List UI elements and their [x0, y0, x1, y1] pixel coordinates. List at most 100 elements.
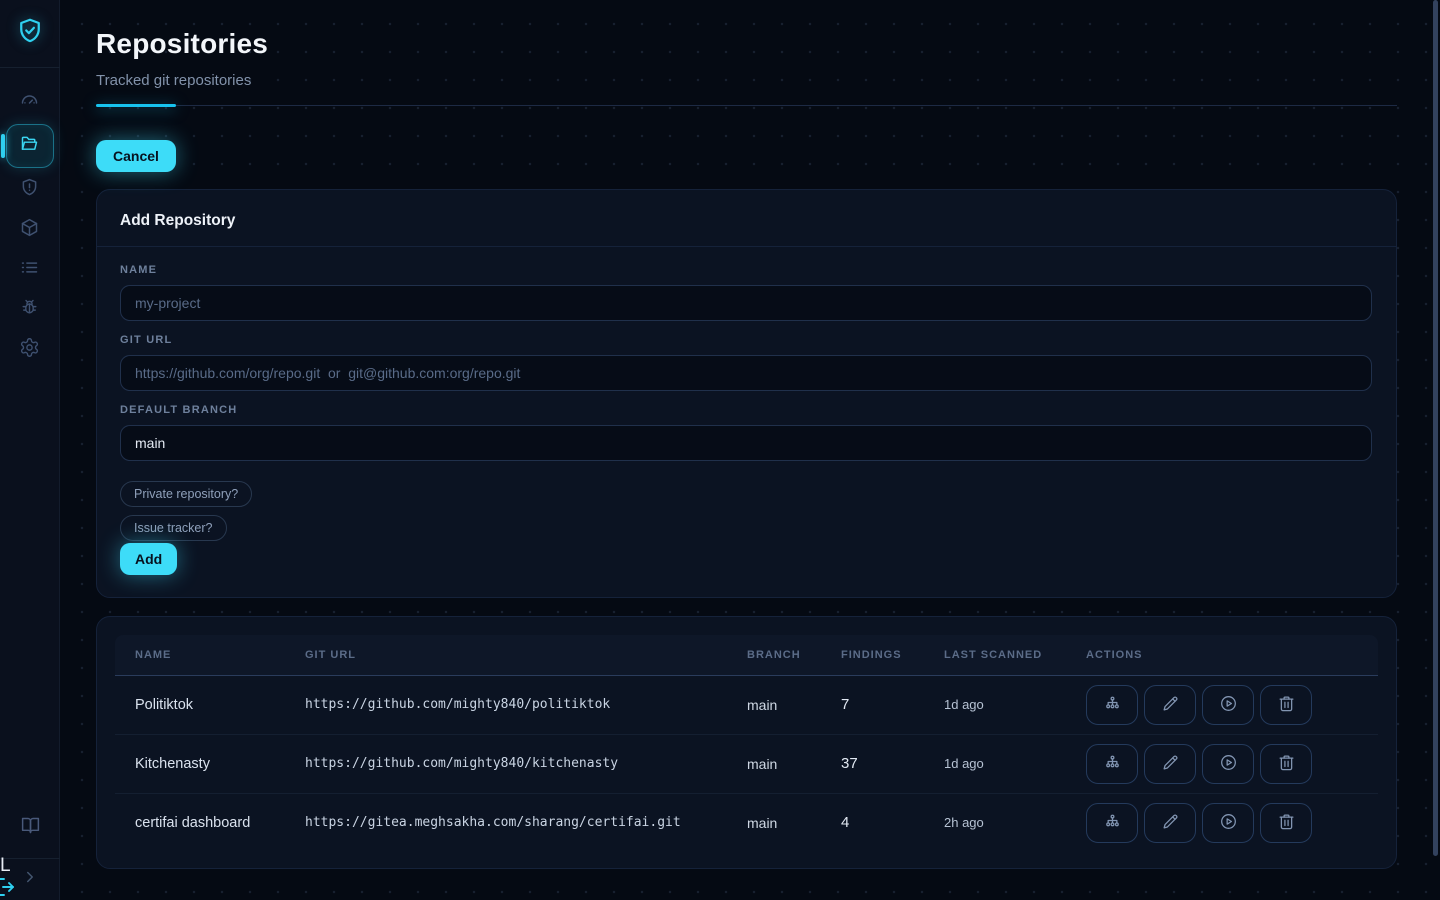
repo-name-cell: Politiktok [115, 675, 305, 734]
sidebar-item-findings[interactable] [6, 250, 54, 290]
git-url-label: GIT URL [120, 334, 1372, 346]
sitemap-icon [1103, 812, 1122, 834]
private-repository-toggle[interactable]: Private repository? [120, 481, 252, 507]
run-scan-button[interactable] [1202, 744, 1254, 784]
gauge-icon [19, 89, 40, 115]
repo-findings-cell: 37 [841, 734, 944, 793]
default-branch-field-group: DEFAULT BRANCH [120, 404, 1372, 461]
row-actions [1086, 685, 1378, 725]
git-url-input[interactable] [120, 355, 1372, 391]
edit-button[interactable] [1144, 744, 1196, 784]
dependency-graph-button[interactable] [1086, 685, 1138, 725]
row-actions [1086, 744, 1378, 784]
sidebar [0, 0, 60, 900]
edit-button[interactable] [1144, 803, 1196, 843]
shield-check-icon [15, 16, 45, 51]
col-header-git-url: GIT URL [305, 635, 747, 675]
col-header-last-scanned: LAST SCANNED [944, 635, 1086, 675]
add-repository-card: Add Repository NAME GIT URL DEFAULT BRAN… [96, 189, 1397, 598]
col-header-actions: ACTIONS [1086, 635, 1378, 675]
private-repo-toggle-row: Private repository? [120, 481, 1372, 507]
repo-name-cell: certifai dashboard [115, 793, 305, 852]
pencil-icon [1161, 812, 1180, 834]
book-open-icon [20, 815, 41, 841]
sidebar-item-packages[interactable] [6, 210, 54, 250]
divider [97, 246, 1396, 247]
name-input[interactable] [120, 285, 1372, 321]
page-subtitle: Tracked git repositories [96, 72, 1397, 89]
table-row: Politiktok https://github.com/mighty840/… [115, 675, 1378, 734]
table-row: Kitchenasty https://github.com/mighty840… [115, 734, 1378, 793]
issue-tracker-toggle-row: Issue tracker? [120, 515, 1372, 541]
table-header-row: NAME GIT URL BRANCH FINDINGS LAST SCANNE… [115, 635, 1378, 675]
run-scan-button[interactable] [1202, 803, 1254, 843]
clipped-logout-label: L [0, 855, 11, 877]
sidebar-item-bugs[interactable] [6, 290, 54, 330]
trash-icon [1277, 812, 1296, 834]
form-title: Add Repository [120, 212, 1372, 230]
sitemap-icon [1103, 753, 1122, 775]
git-url-field-group: GIT URL [120, 334, 1372, 391]
play-circle-icon [1219, 753, 1238, 775]
repo-git-url-cell: https://github.com/mighty840/politiktok [305, 675, 747, 734]
logout-icon[interactable] [0, 875, 18, 899]
repo-last-scanned-cell: 1d ago [944, 734, 1086, 793]
row-actions [1086, 803, 1378, 843]
delete-button[interactable] [1260, 744, 1312, 784]
repo-git-url-cell: https://gitea.meghsakha.com/sharang/cert… [305, 793, 747, 852]
shield-alert-icon [19, 177, 40, 203]
repo-last-scanned-cell: 2h ago [944, 793, 1086, 852]
folder-open-icon [19, 133, 40, 159]
gear-icon [19, 337, 40, 363]
col-header-branch: BRANCH [747, 635, 841, 675]
repo-findings-cell: 4 [841, 793, 944, 852]
repo-name-cell: Kitchenasty [115, 734, 305, 793]
issue-tracker-toggle[interactable]: Issue tracker? [120, 515, 227, 541]
table-row: certifai dashboard https://gitea.meghsak… [115, 793, 1378, 852]
pencil-icon [1161, 694, 1180, 716]
repo-last-scanned-cell: 1d ago [944, 675, 1086, 734]
run-scan-button[interactable] [1202, 685, 1254, 725]
repo-git-url-cell: https://github.com/mighty840/kitchenasty [305, 734, 747, 793]
list-icon [19, 257, 40, 283]
repo-branch-cell: main [747, 675, 841, 734]
active-indicator [1, 134, 5, 158]
repo-branch-cell: main [747, 793, 841, 852]
add-button[interactable]: Add [120, 543, 177, 575]
bug-icon [19, 297, 40, 323]
repositories-table: NAME GIT URL BRANCH FINDINGS LAST SCANNE… [115, 635, 1378, 852]
sidebar-nav [0, 82, 59, 370]
sitemap-icon [1103, 694, 1122, 716]
table-body: Politiktok https://github.com/mighty840/… [115, 675, 1378, 852]
repo-branch-cell: main [747, 734, 841, 793]
default-branch-input[interactable] [120, 425, 1372, 461]
delete-button[interactable] [1260, 685, 1312, 725]
col-header-name: NAME [115, 635, 305, 675]
play-circle-icon [1219, 694, 1238, 716]
name-label: NAME [120, 264, 1372, 276]
main-content: Repositories Tracked git repositories Ca… [60, 0, 1440, 900]
page-title: Repositories [96, 28, 1397, 60]
sidebar-item-dashboard[interactable] [6, 82, 54, 122]
repositories-table-card: NAME GIT URL BRANCH FINDINGS LAST SCANNE… [96, 616, 1397, 869]
title-divider [96, 104, 1397, 107]
sidebar-item-docs[interactable] [6, 806, 54, 850]
dependency-graph-button[interactable] [1086, 803, 1138, 843]
app-logo[interactable] [0, 0, 60, 68]
package-icon [19, 217, 40, 243]
col-header-findings: FINDINGS [841, 635, 944, 675]
vertical-scrollbar[interactable] [1433, 0, 1438, 856]
delete-button[interactable] [1260, 803, 1312, 843]
trash-icon [1277, 753, 1296, 775]
pencil-icon [1161, 753, 1180, 775]
dependency-graph-button[interactable] [1086, 744, 1138, 784]
chevron-right-icon [21, 868, 39, 891]
play-circle-icon [1219, 812, 1238, 834]
cancel-button[interactable]: Cancel [96, 140, 176, 172]
sidebar-item-settings[interactable] [6, 330, 54, 370]
sidebar-item-security[interactable] [6, 170, 54, 210]
edit-button[interactable] [1144, 685, 1196, 725]
default-branch-label: DEFAULT BRANCH [120, 404, 1372, 416]
sidebar-item-repositories[interactable] [6, 124, 54, 168]
repo-findings-cell: 7 [841, 675, 944, 734]
